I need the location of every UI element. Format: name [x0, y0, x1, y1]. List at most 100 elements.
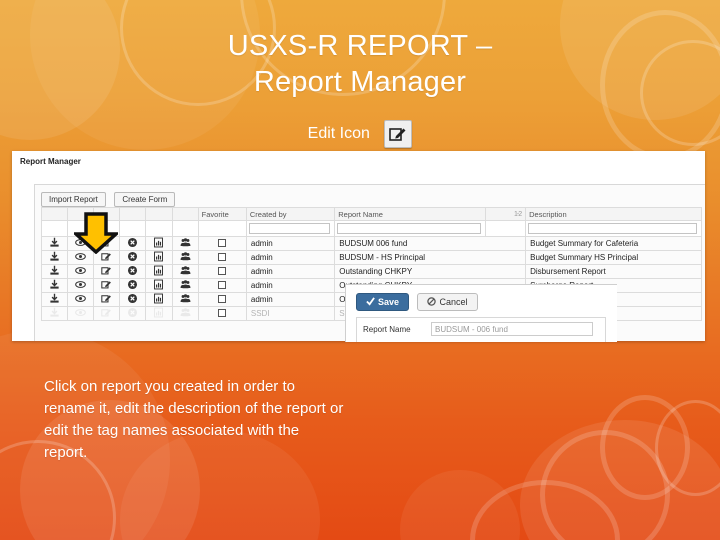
- download-icon[interactable]: [49, 251, 60, 263]
- delete-icon[interactable]: [127, 251, 138, 263]
- share-icon[interactable]: [180, 252, 191, 263]
- cell-edit-icon[interactable]: [93, 264, 121, 279]
- cell-download-icon[interactable]: [40, 236, 69, 251]
- view-icon[interactable]: [75, 294, 86, 305]
- delete-icon[interactable]: [127, 237, 138, 249]
- cell-share-icon[interactable]: [171, 264, 199, 279]
- cell-share-icon[interactable]: [171, 250, 199, 265]
- edit-field-input[interactable]: BUDSUM - 006 fund: [431, 322, 593, 336]
- cell-report-name[interactable]: BUDSUM - HS Principal: [334, 250, 527, 265]
- slide-canvas: USXS-R REPORT – Report Manager Edit Icon…: [0, 0, 720, 540]
- run-report-icon[interactable]: [153, 279, 164, 291]
- table-row[interactable]: admin BUDSUM - HS Principal Budget Summary…: [40, 250, 702, 265]
- col-delete[interactable]: [119, 207, 147, 221]
- cell-view-icon[interactable]: [67, 264, 95, 279]
- cell-edit-icon[interactable]: [93, 278, 121, 293]
- run-report-icon[interactable]: [153, 251, 164, 263]
- save-button[interactable]: Save: [356, 293, 410, 311]
- col-favorite[interactable]: Favorite: [197, 207, 247, 221]
- cell-delete-icon[interactable]: [119, 264, 147, 279]
- filter-created-by-input[interactable]: [245, 220, 336, 237]
- view-icon[interactable]: [75, 280, 86, 291]
- favorite-checkbox[interactable]: [218, 294, 227, 303]
- edit-report-popup-body: Save Cancel Report Name BUDSUM - 006 fund…: [345, 284, 617, 342]
- col-created-by[interactable]: Created by: [245, 207, 336, 221]
- cell-download-icon[interactable]: [40, 264, 69, 279]
- cell-view-icon[interactable]: [67, 292, 95, 307]
- cell-view-icon: [67, 306, 95, 321]
- download-icon[interactable]: [49, 279, 60, 291]
- cell-delete-icon[interactable]: [119, 292, 147, 307]
- cell-edit-icon[interactable]: [93, 292, 121, 307]
- col-report-name[interactable]: Report Name: [334, 207, 486, 221]
- create-form-button[interactable]: Create Form: [114, 192, 176, 207]
- share-icon[interactable]: [180, 294, 191, 305]
- cell-description: Budget Summary for Cafeteria: [525, 236, 702, 251]
- import-report-button[interactable]: Import Report: [41, 192, 106, 207]
- run-report-icon[interactable]: [153, 237, 164, 249]
- cell-run-report-icon[interactable]: [145, 278, 173, 293]
- favorite-checkbox[interactable]: [218, 266, 227, 275]
- col-download[interactable]: [40, 207, 69, 221]
- decorative-circle: [655, 400, 720, 496]
- favorite-checkbox[interactable]: [218, 238, 227, 247]
- cell-delete-icon[interactable]: [119, 250, 147, 265]
- cell-created-by: admin: [245, 250, 336, 265]
- cell-download-icon[interactable]: [40, 292, 69, 307]
- cell-favorite[interactable]: [197, 264, 247, 279]
- cell-delete-icon[interactable]: [119, 278, 147, 293]
- delete-icon[interactable]: [127, 293, 138, 305]
- cell-download-icon[interactable]: [40, 278, 69, 293]
- cell-favorite[interactable]: [197, 236, 247, 251]
- cell-run-report-icon[interactable]: [145, 236, 173, 251]
- cell-share-icon: [171, 306, 199, 321]
- favorite-checkbox[interactable]: [218, 308, 227, 317]
- body-text: Click on report you created in order to …: [44, 378, 344, 461]
- cell-share-icon[interactable]: [171, 292, 199, 307]
- table-row[interactable]: admin BUDSUM 006 fund Budget Summary for C…: [40, 236, 702, 251]
- cell-report-name[interactable]: Outstanding CHKPY: [334, 264, 527, 279]
- cell-view-icon[interactable]: [67, 278, 95, 293]
- view-icon[interactable]: [75, 266, 86, 277]
- filter-report-name-input[interactable]: [334, 220, 486, 237]
- download-icon[interactable]: [49, 265, 60, 277]
- edit-icon[interactable]: [101, 266, 112, 277]
- col-run-report[interactable]: [145, 207, 173, 221]
- cancel-button[interactable]: Cancel: [417, 293, 478, 311]
- download-icon[interactable]: [49, 237, 60, 249]
- table-row[interactable]: admin Outstanding CHKPY Disbursement Repor…: [40, 264, 702, 279]
- edit-icon[interactable]: [101, 280, 112, 291]
- cell-share-icon[interactable]: [171, 236, 199, 251]
- edit-report-popup: Save Cancel Report Name BUDSUM - 006 fund…: [345, 284, 617, 342]
- col-description[interactable]: Description: [525, 207, 702, 221]
- cell-favorite[interactable]: [197, 306, 247, 321]
- cell-download-icon: [40, 306, 69, 321]
- favorite-checkbox[interactable]: [218, 252, 227, 261]
- edit-icon[interactable]: [101, 294, 112, 305]
- cell-favorite[interactable]: [197, 250, 247, 265]
- share-icon[interactable]: [180, 280, 191, 291]
- cell-run-report-icon[interactable]: [145, 292, 173, 307]
- cell-favorite[interactable]: [197, 292, 247, 307]
- col-share[interactable]: [171, 207, 199, 221]
- run-report-icon[interactable]: [153, 265, 164, 277]
- filter-blank: [119, 220, 147, 237]
- cell-download-icon[interactable]: [40, 250, 69, 265]
- share-icon[interactable]: [180, 238, 191, 249]
- cell-run-report-icon[interactable]: [145, 250, 173, 265]
- download-icon[interactable]: [49, 293, 60, 305]
- col-sort-indicator[interactable]: 1-2: [484, 207, 527, 221]
- decorative-circle: [400, 470, 520, 540]
- favorite-checkbox[interactable]: [218, 280, 227, 289]
- share-icon[interactable]: [180, 266, 191, 277]
- cell-delete-icon[interactable]: [119, 236, 147, 251]
- cell-favorite[interactable]: [197, 278, 247, 293]
- delete-icon[interactable]: [127, 265, 138, 277]
- delete-icon[interactable]: [127, 279, 138, 291]
- cell-share-icon[interactable]: [171, 278, 199, 293]
- run-report-icon[interactable]: [153, 293, 164, 305]
- filter-description-input[interactable]: [525, 220, 702, 237]
- cell-run-report-icon[interactable]: [145, 264, 173, 279]
- cell-report-name[interactable]: BUDSUM 006 fund: [334, 236, 527, 251]
- table-header-row: Favorite Created by Report Name 1-2 Desc…: [40, 207, 702, 221]
